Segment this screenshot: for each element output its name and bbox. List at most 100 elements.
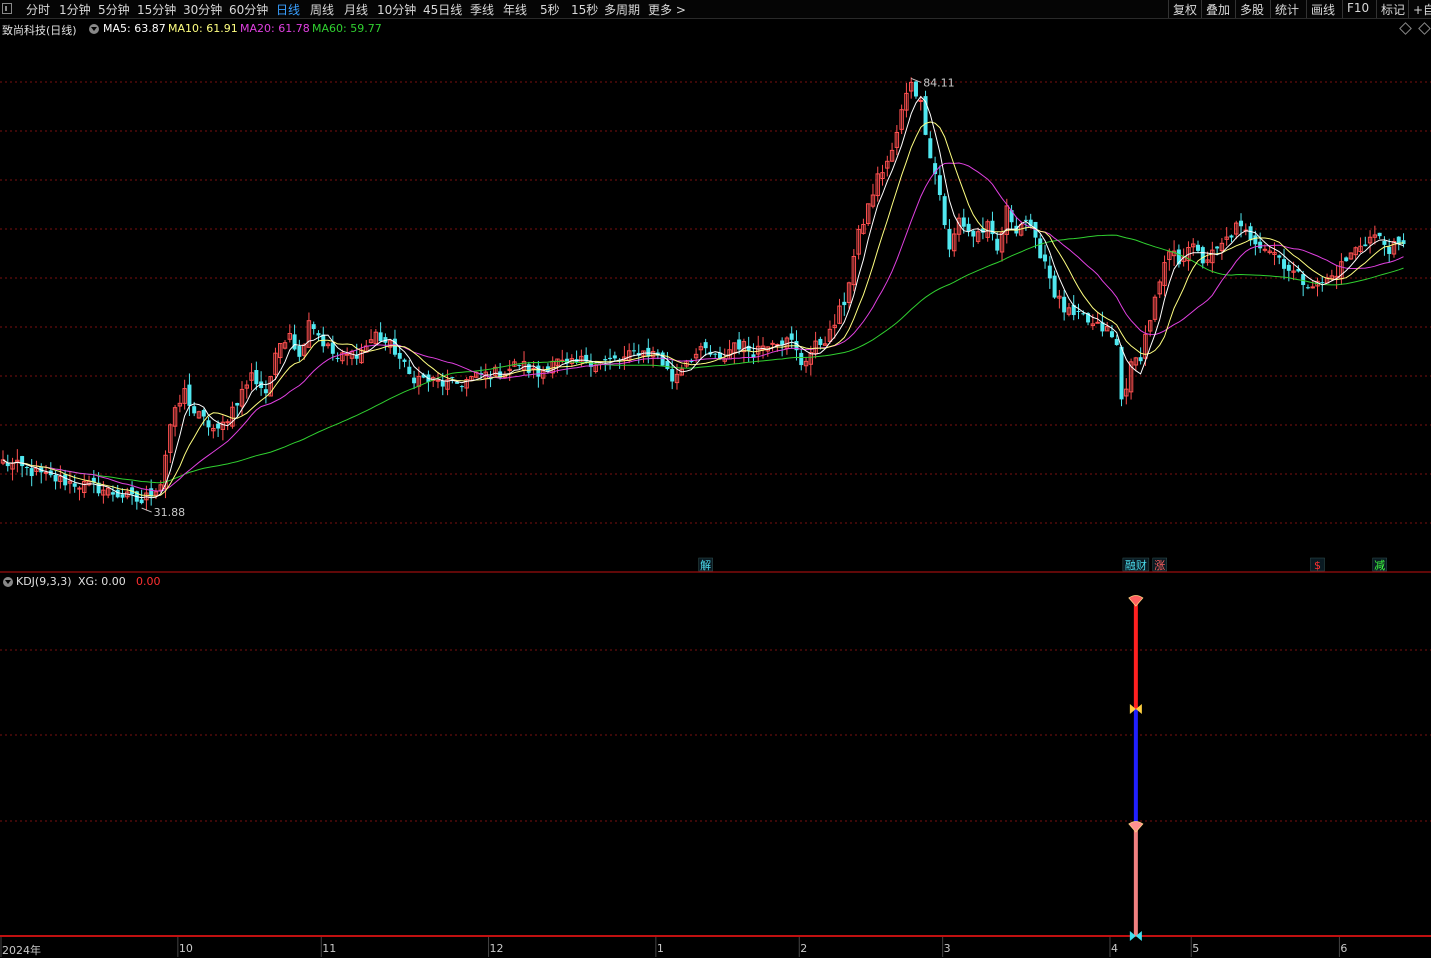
- candle-body: [1363, 244, 1368, 247]
- candle-body: [1286, 264, 1291, 271]
- candle-body: [1023, 219, 1028, 221]
- candle-body: [1062, 296, 1067, 313]
- candle-body: [517, 364, 522, 366]
- kdj-xg-readout: XG: 0.00: [78, 575, 126, 588]
- candle-body: [43, 471, 49, 474]
- candle-body: [402, 359, 407, 362]
- candle-body: [263, 389, 268, 394]
- candle-body: [713, 353, 718, 355]
- kdj-title: KDJ(9,3,3): [16, 575, 72, 588]
- candle-body: [459, 386, 464, 388]
- kdj-value-readout: 0.00: [136, 575, 161, 588]
- candle-body: [703, 342, 708, 349]
- candle-body: [72, 483, 77, 487]
- candle-body: [216, 423, 221, 429]
- x-axis-month-label: 6: [1340, 942, 1348, 955]
- candle-body: [1344, 257, 1349, 262]
- candle-body: [187, 384, 192, 406]
- candle-body: [665, 360, 670, 369]
- x-axis-month-label: 5: [1192, 942, 1200, 955]
- candle-body: [603, 359, 608, 361]
- event-marker-3: $: [1314, 559, 1321, 572]
- ma10-line: [2, 121, 1404, 497]
- ma20-readout: MA20: 61.78: [240, 22, 310, 35]
- candle-body: [1052, 275, 1057, 298]
- candle-body: [1310, 286, 1315, 289]
- candle-body: [311, 324, 316, 330]
- candle-body: [1277, 255, 1282, 258]
- candle-body: [961, 217, 966, 227]
- x-axis-month-label: 11: [322, 942, 337, 955]
- candle-body: [536, 365, 541, 377]
- candle-body: [1138, 357, 1143, 362]
- candle-body: [1119, 346, 1124, 400]
- x-axis-month-label: 10: [178, 942, 193, 955]
- candle-body: [608, 357, 613, 360]
- candle-body: [1258, 241, 1263, 249]
- kdj-mid-fan-icon: [1128, 821, 1144, 833]
- candle-body: [1196, 244, 1200, 251]
- candle-body: [139, 499, 144, 504]
- candle-body: [1248, 226, 1253, 241]
- x-axis-month-label: 2024年: [2, 944, 41, 957]
- candle-body: [1038, 238, 1043, 259]
- candle-body: [435, 379, 441, 382]
- x-axis-month-label: 3: [943, 942, 951, 955]
- candles: [0, 77, 1406, 511]
- candle-body: [335, 357, 340, 359]
- event-marker-0: 解: [700, 558, 711, 572]
- min-price-label: 31.88: [154, 506, 186, 519]
- event-marker-1: 融财: [1125, 558, 1147, 572]
- candle-body: [344, 353, 350, 356]
- candle-body: [412, 377, 417, 384]
- indicator-menu-button[interactable]: [89, 24, 99, 34]
- candle-body: [63, 474, 68, 486]
- candle-body: [526, 364, 531, 373]
- candle-body: [789, 333, 794, 340]
- candle-body: [201, 410, 206, 417]
- sub-indicator-menu-button[interactable]: [3, 577, 13, 587]
- candle-body: [1215, 246, 1220, 249]
- candle-body: [937, 175, 942, 196]
- candle-body: [1377, 232, 1382, 237]
- candle-body: [206, 420, 211, 428]
- candle-body: [660, 352, 665, 366]
- candle-body: [235, 403, 240, 406]
- kdj-top-fan-icon: [1128, 595, 1144, 607]
- candle-body: [378, 332, 383, 342]
- candle-body: [966, 223, 971, 232]
- candle-body: [1076, 310, 1081, 312]
- candle-body: [1109, 331, 1114, 338]
- stock-title: 致尚科技(日线): [2, 24, 77, 37]
- candle-body: [397, 352, 402, 359]
- candle-body: [1229, 235, 1234, 238]
- candle-body: [297, 345, 302, 357]
- candle-body: [1095, 321, 1100, 324]
- candle-body: [1200, 247, 1205, 264]
- candle-body: [918, 99, 923, 102]
- candle-body: [1047, 265, 1052, 279]
- candle-body: [942, 196, 947, 226]
- candle-body: [1253, 235, 1258, 245]
- candle-body: [818, 338, 823, 346]
- candle-body: [316, 333, 321, 336]
- candle-body: [631, 350, 636, 352]
- kline-chart-area[interactable]: 84.11 31.88 解 融财涨 $ 减: [0, 0, 1431, 957]
- candle-body: [450, 377, 455, 379]
- candle-body: [254, 370, 259, 385]
- candle-body: [1114, 338, 1119, 346]
- candle-body: [947, 228, 952, 250]
- x-axis-month-label: 2: [800, 942, 808, 955]
- candle-body: [407, 366, 412, 375]
- max-price-label: 84.11: [923, 76, 955, 89]
- candle-body: [1239, 220, 1244, 227]
- ma10-readout: MA10: 61.91: [168, 22, 238, 35]
- candle-body: [1282, 259, 1287, 269]
- ma5-readout: MA5: 63.87: [103, 22, 166, 35]
- candle-body: [1382, 240, 1387, 245]
- ma60-readout: MA60: 59.77: [312, 22, 382, 35]
- candle-body: [1043, 254, 1048, 262]
- candle-body: [995, 238, 1000, 251]
- candle-body: [1387, 246, 1392, 254]
- candle-body: [1081, 313, 1086, 315]
